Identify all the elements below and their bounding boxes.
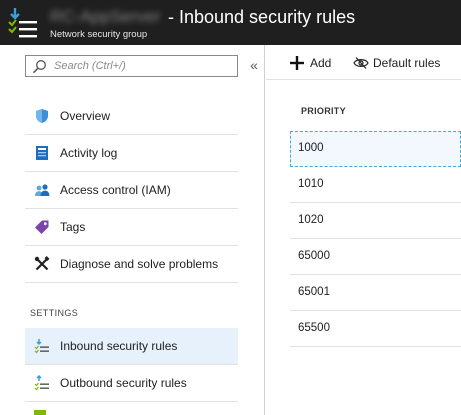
people-icon [35,184,50,196]
search-box[interactable] [25,55,238,77]
add-button-label: Add [310,56,332,70]
wrench-icon [34,256,50,271]
command-bar: Add Default rules [266,45,461,80]
priority-cell: 65001 [298,286,330,298]
sidebar-item-outbound-security-rules[interactable]: Outbound security rules [25,365,238,402]
table-row[interactable]: 1000 [290,131,461,167]
sidebar-item-label: Activity log [60,146,118,160]
sidebar-item-overview[interactable]: Overview [25,98,238,135]
priority-column-header[interactable]: PRIORITY [301,106,346,116]
next-item-icon-partial [34,410,46,415]
table-row[interactable]: 65000 [290,239,461,275]
priority-cell: 65000 [298,250,330,262]
default-rules-button[interactable]: Default rules [353,55,461,71]
settings-section-label: SETTINGS [30,308,79,318]
resource-name: RC-AppServer [50,7,161,26]
collapse-menu-button[interactable]: « [246,55,262,77]
tag-icon [35,220,49,234]
plus-icon [290,56,304,70]
priority-cell: 65500 [298,322,330,334]
sidebar-item-diagnose[interactable]: Diagnose and solve problems [25,246,238,283]
outbound-rules-icon [34,375,49,391]
table-row[interactable]: 1010 [290,167,461,203]
search-icon [32,60,46,74]
default-rules-label: Default rules [373,56,441,70]
search-input[interactable] [54,58,234,74]
blade-header: RC-AppServer - Inbound security rules Ne… [0,0,461,45]
inbound-rules-icon [34,339,49,354]
sidebar-item-label: Diagnose and solve problems [60,257,219,271]
sidebar-item-activity-log[interactable]: Activity log [25,135,238,172]
eye-hidden-icon [353,57,369,69]
activity-log-icon [36,146,48,160]
shield-icon [36,109,48,123]
page-subtitle: Network security group [50,29,148,40]
sidebar-item-label: Outbound security rules [60,376,187,390]
priority-cell: 1020 [298,214,324,226]
add-button[interactable]: Add [290,55,340,71]
priority-cell: 1010 [298,178,324,190]
table-row[interactable]: 65500 [290,311,461,347]
sidebar-item-label: Tags [60,220,86,234]
sidebar-item-label: Inbound security rules [60,339,178,353]
network-security-group-icon [6,5,40,39]
priority-cell: 1000 [298,142,324,154]
sidebar-item-inbound-security-rules[interactable]: Inbound security rules [25,328,238,365]
table-row[interactable]: 1020 [290,203,461,239]
page-title: - Inbound security rules [168,7,356,27]
sidebar-item-label: Overview [60,109,111,123]
sidebar-item-label: Access control (IAM) [60,183,171,197]
sidebar-item-tags[interactable]: Tags [25,209,238,246]
resource-menu: « Overview Activity log Access control (… [0,45,265,415]
rules-panel: Add Default rules PRIORITY 1000 1010 102… [266,45,461,415]
sidebar-item-access-control[interactable]: Access control (IAM) [25,172,238,209]
table-row[interactable]: 65001 [290,275,461,311]
